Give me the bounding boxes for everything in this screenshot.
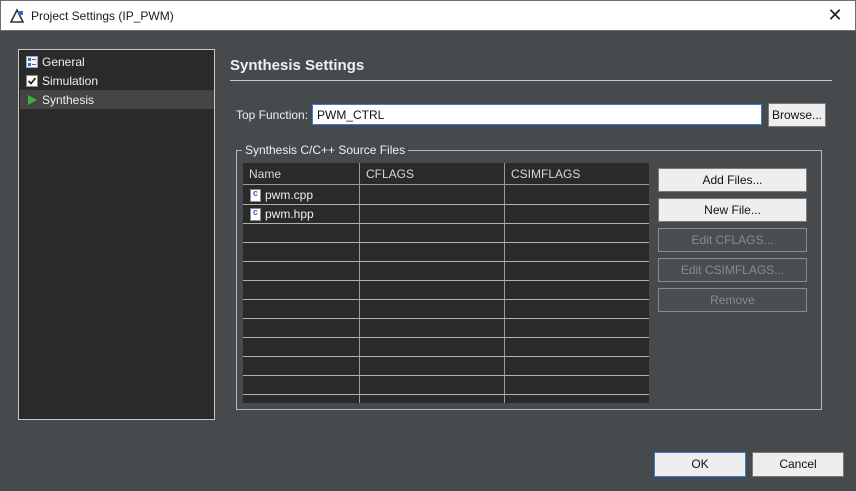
- file-name: pwm.cpp: [265, 188, 314, 202]
- source-files-group-title: Synthesis C/C++ Source Files: [242, 143, 409, 157]
- add-files-button[interactable]: Add Files...: [658, 168, 807, 192]
- table-row[interactable]: pwm.hpp: [243, 205, 649, 224]
- source-files-table[interactable]: Name CFLAGS CSIMFLAGS pwm.cpp pwm.hpp: [243, 163, 649, 403]
- table-row[interactable]: pwm.cpp: [243, 186, 649, 205]
- c-header-file-icon: [250, 207, 261, 221]
- general-icon: [26, 55, 38, 68]
- table-row-empty: [243, 357, 649, 376]
- nav-item-label: Simulation: [42, 73, 99, 88]
- checkbox-checked-icon: [26, 74, 38, 87]
- nav-item-simulation[interactable]: Simulation: [20, 71, 214, 90]
- ok-button[interactable]: OK: [654, 452, 746, 477]
- run-arrow-icon: [26, 94, 38, 106]
- table-row-empty: [243, 281, 649, 300]
- close-icon[interactable]: ✕: [823, 4, 847, 28]
- cancel-button[interactable]: Cancel: [752, 452, 844, 477]
- window-titlebar: Project Settings (IP_PWM) ✕: [0, 0, 856, 31]
- edit-csimflags-button[interactable]: Edit CSIMFLAGS...: [658, 258, 807, 282]
- top-function-label: Top Function:: [236, 108, 309, 122]
- table-header: Name CFLAGS CSIMFLAGS: [243, 163, 649, 185]
- table-row-empty: [243, 300, 649, 319]
- window-title: Project Settings (IP_PWM): [31, 9, 174, 23]
- file-cell: pwm.cpp: [250, 188, 313, 202]
- table-row-empty: [243, 395, 649, 403]
- section-divider: [230, 80, 832, 81]
- table-row-empty: [243, 376, 649, 395]
- settings-category-list: General Simulation Synthesis: [18, 49, 215, 420]
- table-row-empty: [243, 224, 649, 243]
- column-header-cflags[interactable]: CFLAGS: [366, 167, 414, 181]
- nav-item-synthesis[interactable]: Synthesis: [20, 90, 214, 109]
- nav-item-general[interactable]: General: [20, 52, 214, 71]
- table-row-empty: [243, 338, 649, 357]
- edit-cflags-button[interactable]: Edit CFLAGS...: [658, 228, 807, 252]
- file-cell: pwm.hpp: [250, 207, 314, 221]
- table-row-empty: [243, 262, 649, 281]
- table-row-empty: [243, 243, 649, 262]
- nav-item-label: General: [42, 54, 85, 69]
- file-name: pwm.hpp: [265, 207, 314, 221]
- nav-item-label: Synthesis: [42, 92, 95, 107]
- c-source-file-icon: [250, 188, 261, 202]
- app-icon: [9, 8, 25, 23]
- top-function-input[interactable]: [312, 104, 762, 125]
- new-file-button[interactable]: New File...: [658, 198, 807, 222]
- section-title: Synthesis Settings: [230, 57, 365, 74]
- browse-button[interactable]: Browse...: [768, 103, 826, 127]
- remove-button[interactable]: Remove: [658, 288, 807, 312]
- column-header-name[interactable]: Name: [249, 167, 281, 181]
- column-header-csimflags[interactable]: CSIMFLAGS: [511, 167, 580, 181]
- table-row-empty: [243, 319, 649, 338]
